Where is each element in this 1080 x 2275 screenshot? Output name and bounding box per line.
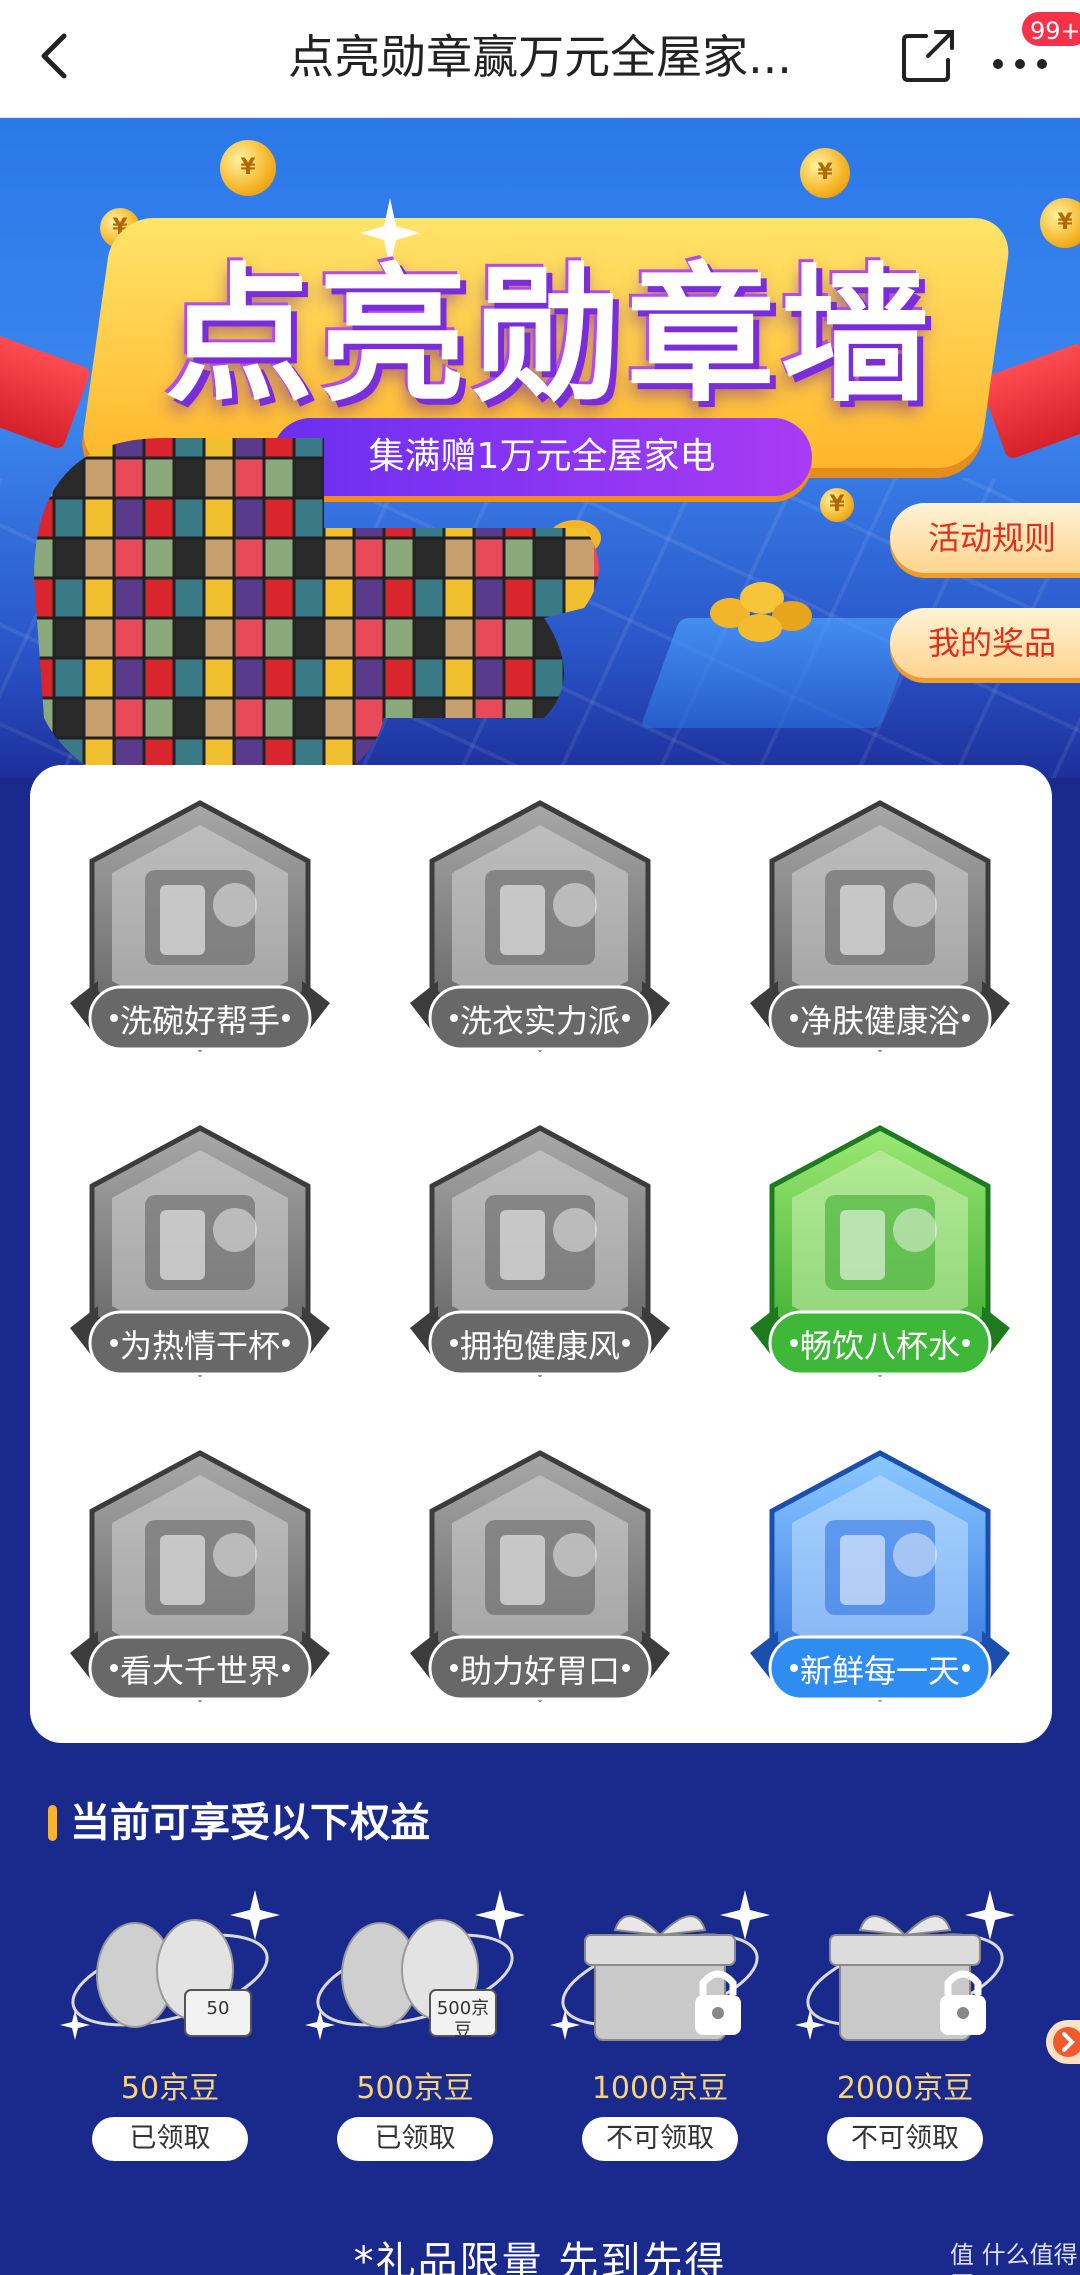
red-envelope-decoration (978, 341, 1080, 461)
badge-item[interactable]: 新鲜每一天 (730, 1445, 1030, 1725)
reward-item: 500京豆 500京豆已领取 (300, 1880, 530, 2180)
golden-beans-decoration (710, 582, 812, 642)
notification-badge: 99+ (1020, 10, 1080, 48)
activity-rules-button[interactable]: 活动规则 (890, 503, 1080, 573)
footer-note: *礼品限量 先到先得 (353, 2239, 727, 2275)
badge-label: 新鲜每一天 (799, 1652, 960, 1690)
back-arrow-icon[interactable] (28, 26, 88, 86)
page-title: 点亮勋章赢万元全屋家... (288, 30, 792, 84)
badge-label: 净肤健康浴 (799, 1002, 960, 1040)
badge-item[interactable]: 净肤健康浴 (730, 795, 1030, 1075)
unavailable-status-button[interactable]: 不可领取 (582, 2117, 738, 2161)
badge-item[interactable]: 助力好胃口 (390, 1445, 690, 1725)
reward-value: 2000京豆 (836, 2071, 974, 2106)
claimed-status-button[interactable]: 已领取 (337, 2117, 493, 2161)
pixelated-mascot-area (34, 438, 599, 778)
badge-item[interactable]: 畅饮八杯水 (730, 1120, 1030, 1400)
locked-gift-icon (795, 1890, 1015, 2041)
scroll-right-arrow-icon[interactable] (1046, 2020, 1080, 2064)
reward-item: 1000京豆不可领取 (545, 1880, 775, 2180)
badge-label: 拥抱健康风 (459, 1327, 620, 1365)
badge-label: 畅饮八杯水 (799, 1327, 960, 1365)
top-navigation-bar: 点亮勋章赢万元全屋家... 99+ (0, 0, 1080, 118)
badge-item[interactable]: 拥抱健康风 (390, 1120, 690, 1400)
badge-item[interactable]: 看大千世界 (50, 1445, 350, 1725)
coin-decoration: ¥ (1040, 198, 1080, 248)
reward-value: 500京豆 (356, 2071, 474, 2106)
badge-item[interactable]: 洗衣实力派 (390, 795, 690, 1075)
reward-value: 50京豆 (120, 2071, 220, 2106)
share-icon[interactable] (896, 22, 962, 88)
badge-wall-card: 洗碗好帮手 洗衣实力派 净肤健康浴 为热情干杯 拥抱健康风 畅饮八杯水 看大千世… (30, 765, 1052, 1743)
badge-label: 助力好胃口 (459, 1652, 620, 1690)
benefits-section-title: 当前可享受以下权益 (48, 1795, 430, 1851)
reward-tag-label: 50 (206, 1998, 230, 2019)
badge-item[interactable]: 洗碗好帮手 (50, 795, 350, 1075)
coin-decoration: ¥ (820, 488, 854, 522)
my-prizes-button[interactable]: 我的奖品 (890, 608, 1080, 678)
unavailable-status-button[interactable]: 不可领取 (827, 2117, 983, 2161)
reward-item: 2000京豆不可领取 (790, 1880, 1020, 2180)
claimed-status-button[interactable]: 已领取 (92, 2117, 248, 2161)
hero-title: 点亮勋章墙 (165, 250, 935, 422)
badge-label: 看大千世界 (119, 1652, 280, 1690)
jd-bean-icon (60, 1890, 280, 2040)
badge-label: 洗碗好帮手 (119, 1002, 280, 1040)
reward-tag-label: 500京豆 (436, 1998, 490, 2041)
coin-decoration: ¥ (800, 148, 850, 198)
reward-item: 50 50京豆已领取 (55, 1880, 285, 2180)
coin-decoration: ¥ (220, 140, 276, 196)
locked-gift-icon (550, 1890, 770, 2041)
site-watermark: 值 什么值得买 (950, 2241, 1078, 2275)
hero-banner: ¥ ¥ ¥ ¥ ¥ 点亮勋章墙 集满赠1万元全屋家电 活动规则 我的奖品 (0, 118, 1080, 778)
jd-bean-icon (305, 1890, 525, 2040)
reward-value: 1000京豆 (591, 2071, 729, 2106)
badge-label: 为热情干杯 (119, 1327, 280, 1365)
badge-label: 洗衣实力派 (459, 1002, 620, 1040)
badge-item[interactable]: 为热情干杯 (50, 1120, 350, 1400)
